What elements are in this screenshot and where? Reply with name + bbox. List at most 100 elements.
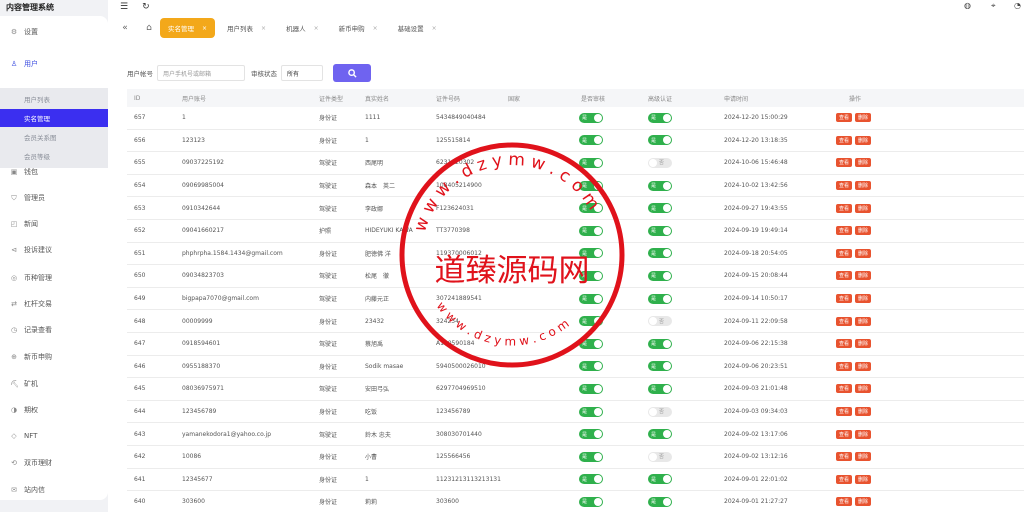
- delete-button[interactable]: 删除: [855, 452, 872, 462]
- view-button[interactable]: 查看: [836, 135, 853, 145]
- view-button[interactable]: 查看: [836, 339, 853, 349]
- tab-3[interactable]: 机器人 ×: [278, 18, 327, 38]
- audit-toggle[interactable]: 是: [579, 225, 603, 236]
- view-button[interactable]: 查看: [836, 474, 853, 484]
- tab-4[interactable]: 新币申购 ×: [331, 18, 386, 38]
- refresh-icon[interactable]: ↻: [142, 2, 150, 12]
- tab-1[interactable]: 实名管理 ×: [160, 18, 216, 38]
- audit-toggle[interactable]: 是: [579, 406, 603, 417]
- delete-button[interactable]: 删除: [855, 294, 872, 304]
- close-icon[interactable]: ×: [314, 25, 319, 32]
- audit-toggle[interactable]: 是: [579, 180, 603, 191]
- delete-button[interactable]: 删除: [855, 158, 872, 168]
- advanced-auth-toggle[interactable]: 否: [648, 157, 672, 168]
- user-icon[interactable]: ◔: [1014, 1, 1021, 10]
- view-button[interactable]: 查看: [836, 384, 853, 394]
- audit-toggle[interactable]: 是: [579, 383, 603, 394]
- view-button[interactable]: 查看: [836, 248, 853, 258]
- delete-button[interactable]: 删除: [855, 497, 872, 507]
- view-button[interactable]: 查看: [836, 203, 853, 213]
- audit-toggle[interactable]: 是: [579, 474, 603, 485]
- view-button[interactable]: 查看: [836, 316, 853, 326]
- view-button[interactable]: 查看: [836, 452, 853, 462]
- audit-toggle[interactable]: 是: [579, 361, 603, 372]
- sidebar-item-13[interactable]: ◇ NFT: [0, 425, 108, 447]
- sidebar-item-5[interactable]: ◰ 新闻: [0, 213, 108, 235]
- advanced-auth-toggle[interactable]: 否: [648, 316, 672, 327]
- menu-toggle-icon[interactable]: ☰: [120, 2, 128, 12]
- sidebar-item-8[interactable]: ⇄ 杠杆交易: [0, 293, 108, 315]
- view-button[interactable]: 查看: [836, 271, 853, 281]
- audit-toggle[interactable]: 是: [579, 112, 603, 123]
- delete-button[interactable]: 删除: [855, 407, 872, 417]
- advanced-auth-toggle[interactable]: 是: [648, 496, 672, 507]
- audit-toggle[interactable]: 是: [579, 157, 603, 168]
- status-select[interactable]: 所有: [281, 65, 323, 81]
- delete-button[interactable]: 删除: [855, 181, 872, 191]
- audit-toggle[interactable]: 是: [579, 203, 603, 214]
- advanced-auth-toggle[interactable]: 是: [648, 293, 672, 304]
- close-icon[interactable]: ×: [261, 25, 266, 32]
- advanced-auth-toggle[interactable]: 是: [648, 135, 672, 146]
- advanced-auth-toggle[interactable]: 是: [648, 225, 672, 236]
- tab-2[interactable]: 用户列表 ×: [219, 18, 274, 38]
- delete-button[interactable]: 删除: [855, 113, 872, 123]
- advanced-auth-toggle[interactable]: 否: [648, 406, 672, 417]
- delete-button[interactable]: 删除: [855, 226, 872, 236]
- view-button[interactable]: 查看: [836, 181, 853, 191]
- audit-toggle[interactable]: 是: [579, 293, 603, 304]
- view-button[interactable]: 查看: [836, 361, 853, 371]
- advanced-auth-toggle[interactable]: 是: [648, 180, 672, 191]
- view-button[interactable]: 查看: [836, 429, 853, 439]
- advanced-auth-toggle[interactable]: 是: [648, 383, 672, 394]
- advanced-auth-toggle[interactable]: 是: [648, 248, 672, 259]
- sidebar-item-10[interactable]: ⊕ 新币申购: [0, 346, 108, 368]
- audit-toggle[interactable]: 是: [579, 496, 603, 507]
- sidebar-item-7[interactable]: ◎ 币种管理: [0, 267, 108, 289]
- sidebar-item-6[interactable]: ⊲ 投诉建议: [0, 239, 108, 261]
- delete-button[interactable]: 删除: [855, 361, 872, 371]
- submenu-item-4[interactable]: 会员等级: [0, 147, 108, 165]
- sidebar-item-14[interactable]: ⟲ 双币理财: [0, 452, 108, 474]
- view-button[interactable]: 查看: [836, 497, 853, 507]
- advanced-auth-toggle[interactable]: 是: [648, 361, 672, 372]
- delete-button[interactable]: 删除: [855, 135, 872, 145]
- view-button[interactable]: 查看: [836, 113, 853, 123]
- close-icon[interactable]: ×: [202, 25, 207, 32]
- delete-button[interactable]: 删除: [855, 203, 872, 213]
- view-button[interactable]: 查看: [836, 158, 853, 168]
- sidebar-item-11[interactable]: ⛏ 矿机: [0, 373, 108, 395]
- audit-toggle[interactable]: 是: [579, 270, 603, 281]
- delete-button[interactable]: 删除: [855, 384, 872, 394]
- submenu-item-1[interactable]: 用户列表: [0, 90, 108, 108]
- advanced-auth-toggle[interactable]: 否: [648, 451, 672, 462]
- delete-button[interactable]: 删除: [855, 248, 872, 258]
- sidebar-item-12[interactable]: ◑ 期权: [0, 399, 108, 421]
- home-icon[interactable]: ⌂: [142, 23, 156, 33]
- delete-button[interactable]: 删除: [855, 474, 872, 484]
- audit-toggle[interactable]: 是: [579, 135, 603, 146]
- close-icon[interactable]: ×: [373, 25, 378, 32]
- audit-toggle[interactable]: 是: [579, 248, 603, 259]
- tab-5[interactable]: 基础设置 ×: [390, 18, 445, 38]
- view-button[interactable]: 查看: [836, 407, 853, 417]
- palette-icon[interactable]: ◍: [964, 1, 971, 10]
- advanced-auth-toggle[interactable]: 是: [648, 474, 672, 485]
- delete-button[interactable]: 删除: [855, 339, 872, 349]
- view-button[interactable]: 查看: [836, 294, 853, 304]
- sidebar-item-1[interactable]: ⚙ 设置: [0, 21, 108, 43]
- delete-button[interactable]: 删除: [855, 429, 872, 439]
- close-icon[interactable]: ×: [432, 25, 437, 32]
- search-button[interactable]: [333, 64, 371, 82]
- sidebar-item-9[interactable]: ◷ 记录查看: [0, 319, 108, 341]
- audit-toggle[interactable]: 是: [579, 451, 603, 462]
- delete-button[interactable]: 删除: [855, 271, 872, 281]
- advanced-auth-toggle[interactable]: 是: [648, 270, 672, 281]
- tabs-back-icon[interactable]: «: [118, 23, 132, 33]
- audit-toggle[interactable]: 是: [579, 316, 603, 327]
- advanced-auth-toggle[interactable]: 是: [648, 203, 672, 214]
- account-search-input[interactable]: 用户手机号或邮箱: [157, 65, 245, 81]
- sidebar-item-2[interactable]: ♙ 用户: [0, 53, 108, 75]
- audit-toggle[interactable]: 是: [579, 338, 603, 349]
- delete-button[interactable]: 删除: [855, 316, 872, 326]
